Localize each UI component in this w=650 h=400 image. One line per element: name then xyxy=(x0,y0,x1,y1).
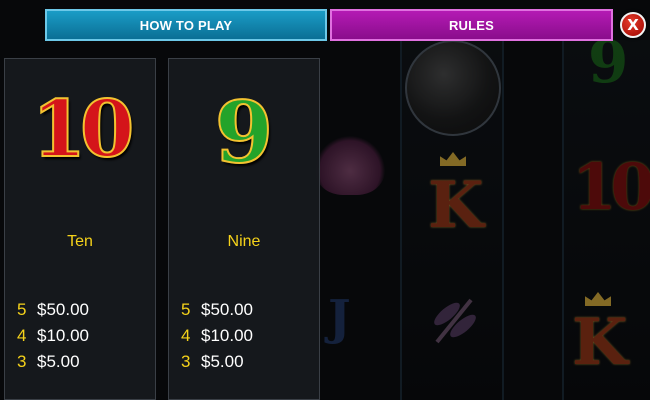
symbol-name: Nine xyxy=(227,233,261,250)
payout-amount: $5.00 xyxy=(201,352,244,371)
symbol-name: Ten xyxy=(67,233,93,250)
payout-row: 3 $5.00 xyxy=(17,349,89,375)
payout-row: 3 $5.00 xyxy=(181,349,253,375)
payout-list: 5 $50.00 4 $10.00 3 $5.00 xyxy=(17,297,89,375)
match-count: 5 xyxy=(181,300,191,319)
close-button[interactable]: X xyxy=(620,12,646,38)
payout-amount: $50.00 xyxy=(37,300,89,319)
paytable-card-ten: 10 Ten 5 $50.00 4 $10.00 3 $5.00 xyxy=(4,58,156,400)
match-count: 3 xyxy=(181,352,191,371)
payout-amount: $10.00 xyxy=(37,326,89,345)
payout-row: 4 $10.00 xyxy=(181,323,253,349)
payout-row: 5 $50.00 xyxy=(17,297,89,323)
payout-amount: $10.00 xyxy=(201,326,253,345)
close-icon: X xyxy=(627,15,639,34)
tab-how-to-play[interactable]: HOW TO PLAY xyxy=(45,9,327,41)
payout-row: 4 $10.00 xyxy=(17,323,89,349)
match-count: 3 xyxy=(17,352,27,371)
match-count: 4 xyxy=(181,326,191,345)
tab-rules[interactable]: RULES xyxy=(330,9,613,41)
payout-amount: $5.00 xyxy=(37,352,80,371)
match-count: 4 xyxy=(17,326,27,345)
payout-list: 5 $50.00 4 $10.00 3 $5.00 xyxy=(181,297,253,375)
payout-row: 5 $50.00 xyxy=(181,297,253,323)
paytable-card-nine: 9 Nine 5 $50.00 4 $10.00 3 $5.00 xyxy=(168,58,320,400)
nine-symbol-icon: 9 xyxy=(214,83,274,182)
payout-amount: $50.00 xyxy=(201,300,253,319)
match-count: 5 xyxy=(17,300,27,319)
ten-symbol-icon: 10 xyxy=(31,84,136,175)
